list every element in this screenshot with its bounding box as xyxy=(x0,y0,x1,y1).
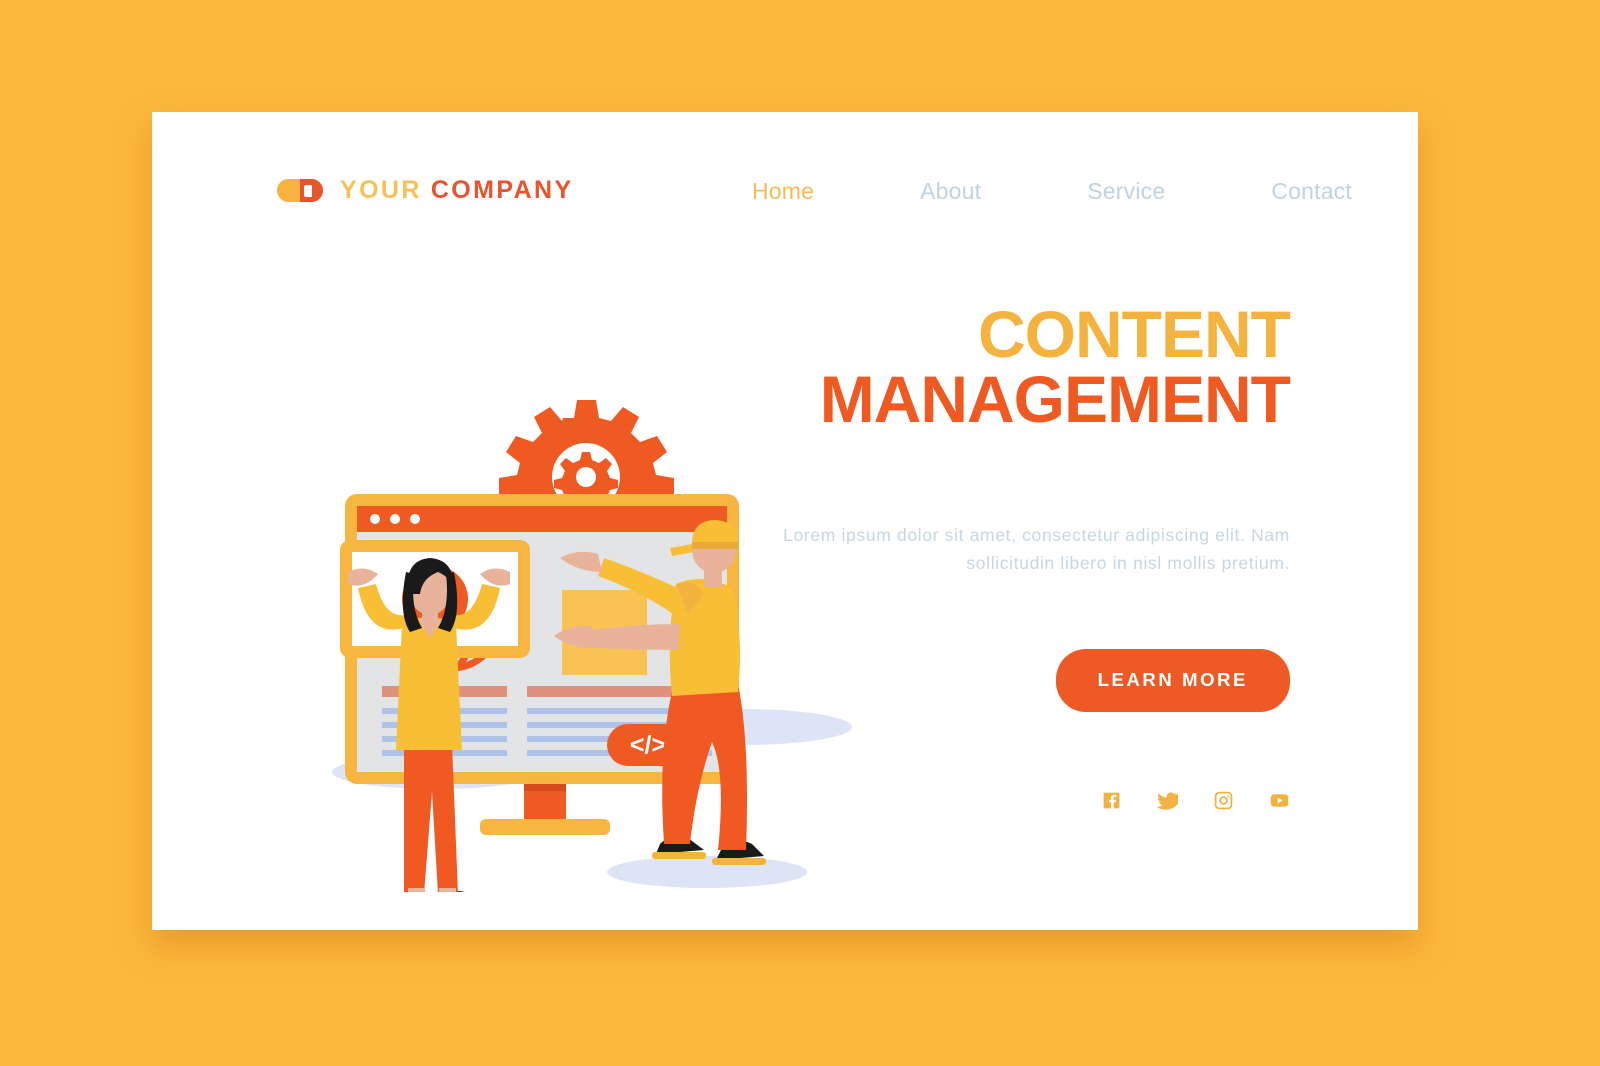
hero-paragraph: Lorem ipsum dolor sit amet, consectetur … xyxy=(783,524,1290,573)
page-title: CONTENT MANAGEMENT xyxy=(760,297,1291,437)
nav-item-home[interactable]: Home xyxy=(752,178,814,205)
youtube-icon[interactable] xyxy=(1269,790,1290,811)
hero-section: CONTENT MANAGEMENT Lorem ipsum dolor sit… xyxy=(760,297,1291,811)
nav-item-about[interactable]: About xyxy=(920,178,981,205)
instagram-icon[interactable] xyxy=(1213,790,1234,811)
svg-text:</>: </> xyxy=(630,731,666,759)
learn-more-button[interactable]: LEARN MORE xyxy=(1055,649,1290,713)
brand-word-your: YOUR xyxy=(340,176,422,204)
site-header: YOUR COMPANY Home About Service Contact xyxy=(152,112,1418,272)
twitter-icon[interactable] xyxy=(1157,790,1178,811)
brand-word-company: COMPANY xyxy=(430,176,574,204)
title-line-content: CONTENT xyxy=(978,297,1291,371)
capsule-logo-icon xyxy=(277,179,323,202)
brand-logo[interactable]: YOUR COMPANY xyxy=(277,176,574,205)
browser-dots xyxy=(370,514,420,524)
facebook-icon[interactable] xyxy=(1101,790,1122,811)
social-links xyxy=(760,790,1290,811)
nav-item-service[interactable]: Service xyxy=(1087,178,1165,205)
nav-item-contact[interactable]: Contact xyxy=(1271,178,1352,205)
main-nav: Home About Service Contact xyxy=(752,178,1352,205)
title-line-management: MANAGEMENT xyxy=(819,362,1291,437)
landing-page-card: YOUR COMPANY Home About Service Contact xyxy=(152,112,1418,930)
monitor-stand xyxy=(480,784,610,835)
